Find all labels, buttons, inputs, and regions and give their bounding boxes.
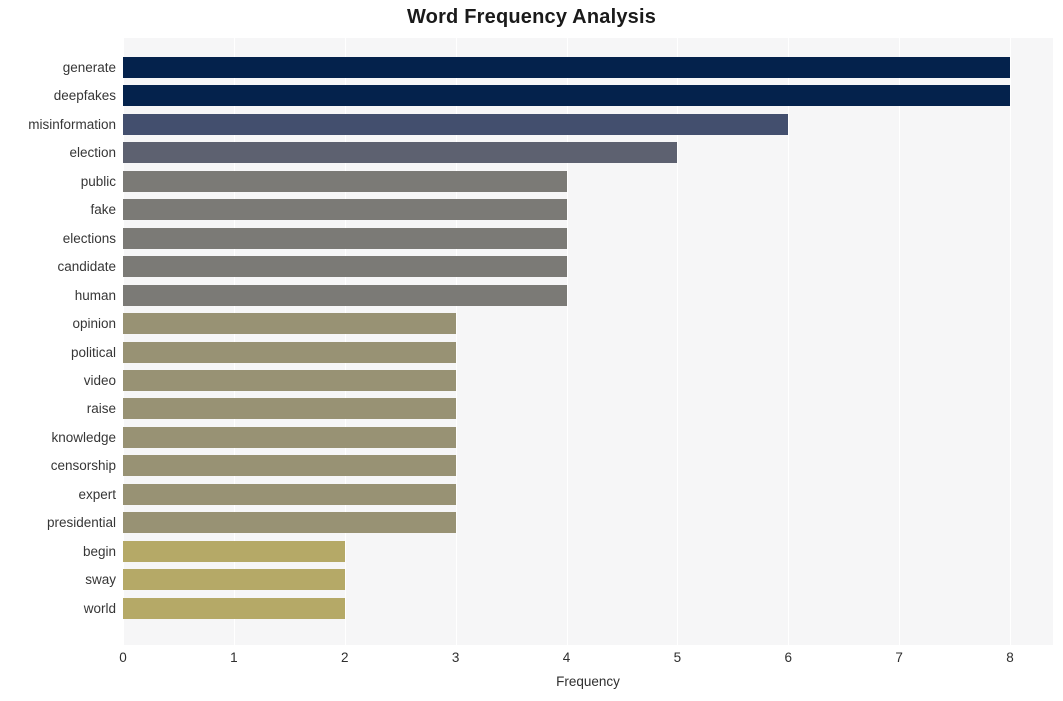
y-axis-tick-labels: generate deepfakes misinformation election p… bbox=[0, 38, 116, 645]
x-axis-tick-label: 8 bbox=[1006, 650, 1014, 665]
bar bbox=[123, 540, 345, 562]
y-axis-tick-label: elections bbox=[62, 230, 116, 246]
y-axis-tick-label: expert bbox=[78, 486, 116, 502]
y-axis-tick-label: sway bbox=[85, 572, 116, 588]
x-axis-tick-label: 1 bbox=[230, 650, 238, 665]
y-axis-tick-label: candidate bbox=[57, 259, 116, 275]
y-axis-tick-label: misinformation bbox=[28, 116, 116, 132]
bar bbox=[123, 113, 789, 135]
bar bbox=[123, 57, 1010, 78]
bar bbox=[123, 426, 456, 448]
y-axis-tick-label: censorship bbox=[50, 458, 116, 474]
y-axis-tick-label: raise bbox=[86, 401, 116, 417]
x-axis-label: Frequency bbox=[556, 674, 620, 689]
bar bbox=[123, 455, 456, 477]
x-axis-tick-label: 3 bbox=[451, 650, 460, 665]
bar bbox=[123, 170, 567, 192]
bar bbox=[123, 313, 456, 335]
y-axis-tick-label: world bbox=[83, 600, 116, 616]
bar bbox=[123, 199, 567, 221]
bar bbox=[123, 569, 345, 591]
y-axis-tick-label: election bbox=[69, 145, 116, 161]
bar bbox=[123, 369, 456, 391]
page-title: Word Frequency Analysis bbox=[406, 6, 657, 28]
x-axis-tick-label: 2 bbox=[340, 650, 349, 665]
bar bbox=[123, 512, 456, 534]
y-axis-tick-label: generate bbox=[62, 60, 116, 75]
y-axis-tick-label: presidential bbox=[46, 515, 116, 531]
y-axis-tick-label: deepfakes bbox=[53, 88, 116, 104]
x-axis-tick-labels: 0 1 2 3 4 5 6 7 8 bbox=[119, 650, 1053, 674]
x-axis-tick-label: 7 bbox=[895, 650, 903, 665]
bar bbox=[123, 597, 345, 619]
y-axis-tick-label: begin bbox=[82, 543, 116, 559]
bar bbox=[123, 483, 456, 505]
y-axis-tick-label: political bbox=[70, 344, 116, 360]
chart-figure: Word Frequency Analysis generate deepfake… bbox=[0, 0, 1063, 701]
y-axis-tick-label: knowledge bbox=[51, 429, 116, 445]
bar bbox=[123, 284, 567, 306]
bar bbox=[123, 85, 1010, 107]
bar bbox=[123, 227, 567, 249]
y-axis-tick-label: opinion bbox=[72, 316, 116, 332]
x-axis-tick-label: 0 bbox=[119, 650, 127, 665]
bar bbox=[123, 142, 678, 164]
bar bbox=[123, 256, 567, 278]
y-axis-tick-label: human bbox=[74, 287, 116, 303]
y-axis-tick-label: fake bbox=[90, 202, 116, 218]
bar bbox=[123, 398, 456, 420]
bar bbox=[123, 341, 456, 363]
bars-layer bbox=[123, 38, 1053, 645]
x-axis-tick-label: 4 bbox=[562, 650, 571, 665]
x-axis-tick-label: 6 bbox=[784, 650, 792, 665]
y-axis-tick-label: public bbox=[80, 173, 116, 189]
x-axis-tick-label: 5 bbox=[673, 650, 682, 665]
y-axis-tick-label: video bbox=[83, 372, 116, 388]
